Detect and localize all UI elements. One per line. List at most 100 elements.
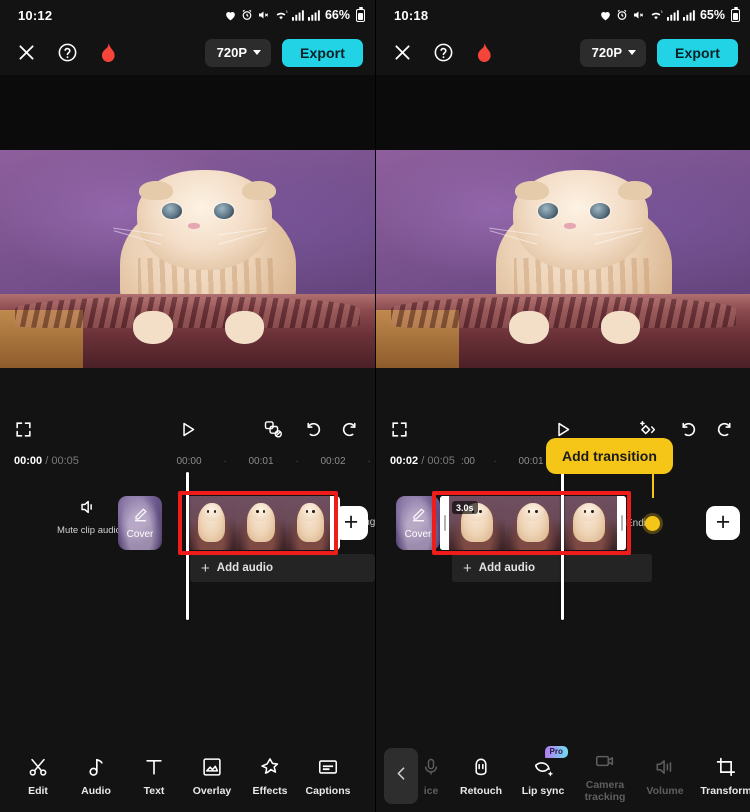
undo-icon[interactable] [302,419,322,439]
top-bar: 720P Export [0,30,375,75]
video-preview[interactable] [0,150,375,368]
cover-button[interactable]: Cover [118,496,162,550]
pencil-icon [411,507,426,527]
ruler-tick: 00:02 [320,455,346,467]
playhead[interactable] [561,472,564,620]
playhead[interactable] [186,472,189,620]
signal-icon [291,9,304,21]
tool-transform[interactable]: Transform [694,755,750,797]
tool-camera-tracking[interactable]: Camera tracking [574,749,636,803]
retouch-face-icon [470,755,492,779]
speaker-mute-icon [79,500,99,520]
chevron-down-icon [253,50,262,55]
camera-tracking-icon [594,749,616,773]
clip-trim-handle-left[interactable] [440,496,449,550]
undo-icon[interactable] [677,419,697,439]
music-note-icon [85,755,107,779]
add-clip-button[interactable]: + [706,506,740,540]
battery-icon [356,6,365,22]
mute-icon [632,9,645,21]
plus-icon: + [463,559,472,577]
add-audio-button[interactable]: + Add audio [452,554,652,582]
current-time: 00:00 [14,455,43,467]
tool-retouch[interactable]: Retouch [450,755,512,797]
heart-icon [224,9,237,22]
tool-text[interactable]: Text [125,755,183,797]
redo-icon[interactable] [341,419,361,439]
tool-label: Camera tracking [584,778,626,803]
tool-label: Retouch [460,784,502,797]
mute-clip-audio-button[interactable]: Mute clip audio [50,498,128,536]
tool-label: Captions [305,784,351,797]
resolution-value: 720P [216,45,248,60]
alarm-icon [241,9,253,21]
cover-button[interactable]: Cover [396,496,440,550]
wifi-icon [274,9,288,21]
bottom-toolbar: Edit Audio Text Overlay Effects Captions [0,740,375,812]
tool-label: Text [143,784,165,797]
preview-scene [376,150,750,368]
export-button[interactable]: Export [657,38,738,67]
current-time: 00:02 [390,455,419,467]
tool-voice[interactable]: ice [412,755,450,797]
mute-icon [257,9,270,21]
tool-captions[interactable]: Captions [299,755,357,797]
tool-label: ice [423,784,439,797]
signal-icon [307,9,320,21]
add-keyframe-icon[interactable] [637,419,658,440]
resolution-selector[interactable]: 720P [579,38,647,67]
flame-icon[interactable] [474,42,493,63]
ruler-dot: · [295,455,299,467]
captions-icon [317,755,339,779]
flame-icon[interactable] [98,42,117,63]
mask-disabled-icon[interactable] [263,419,283,439]
export-button[interactable]: Export [282,38,363,67]
tool-aspect-ratio[interactable]: Asp [357,755,375,797]
ruler-tick: 00:00 [176,455,202,467]
top-bar: 720P Export [376,30,750,75]
ruler-dot: · [367,455,371,467]
close-icon[interactable] [16,42,37,63]
total-time: 00:05 [51,455,79,467]
redo-icon[interactable] [716,419,736,439]
tool-volume[interactable]: Volume [636,755,694,797]
cover-label: Cover [404,528,432,540]
tool-lip-sync[interactable]: Pro Lip sync [512,745,574,797]
status-bar: 10:12 66% [0,0,375,30]
overlay-picture-icon [201,755,223,779]
tool-effects[interactable]: Effects [241,755,299,797]
video-clip[interactable]: 3.0s [440,496,626,550]
add-clip-button[interactable]: + [334,506,368,540]
help-circle-icon[interactable] [433,42,454,63]
add-audio-label: Add audio [216,562,273,574]
play-icon[interactable] [554,420,573,439]
timecode: 00:00 / 00:05 [14,455,79,467]
chevron-down-icon [628,50,637,55]
close-icon[interactable] [392,42,413,63]
timeline-tracks: Cover 3.0s Ending + + Add audio [376,454,750,624]
heart-icon [599,9,612,22]
resolution-selector[interactable]: 720P [204,38,272,67]
tool-overlay[interactable]: Overlay [183,755,241,797]
expand-icon[interactable] [390,420,409,439]
add-transition-tooltip[interactable]: Add transition [546,438,673,474]
video-clip[interactable] [187,496,335,550]
help-circle-icon[interactable] [57,42,78,63]
timeline: 00:00 / 00:05 00:00 · 00:01 · 00:02 · 00… [0,450,375,624]
expand-icon[interactable] [14,420,33,439]
chevron-left-icon [393,765,410,787]
timeline: 00:02 / 00:05 :00 · 00:01 · 0 C [376,438,750,624]
add-audio-button[interactable]: + Add audio [190,554,375,582]
plus-icon: + [201,559,210,577]
tool-audio[interactable]: Audio [67,755,125,797]
sparkle-star-icon [259,755,281,779]
resolution-value: 720P [591,45,623,60]
tool-edit[interactable]: Edit [9,755,67,797]
signal-icon [682,9,695,21]
video-preview[interactable] [376,150,750,368]
add-audio-label: Add audio [478,562,535,574]
transition-dot-icon[interactable] [645,516,660,531]
tool-label: Lip sync [521,784,565,797]
clip-trim-handle-right[interactable] [617,496,626,550]
play-icon[interactable] [178,420,197,439]
